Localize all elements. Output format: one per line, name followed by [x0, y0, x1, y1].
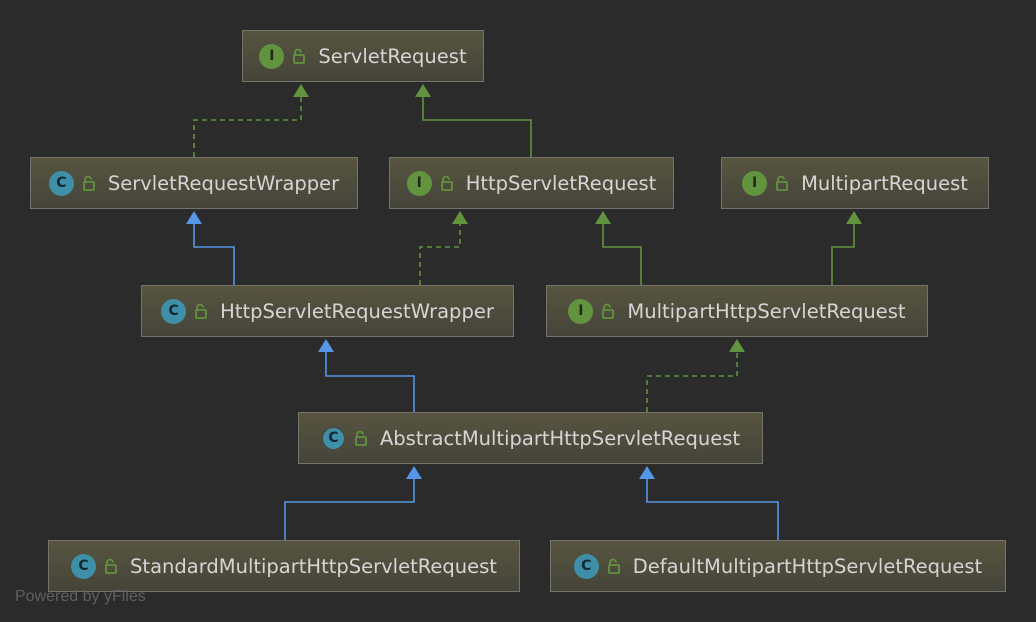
unlocked-icon: [601, 303, 615, 319]
edge-line: [602, 224, 642, 285]
diagram-canvas: I ServletRequest C ServletRequestWrapper…: [0, 0, 1036, 622]
node-label: HttpServletRequest: [465, 171, 657, 195]
edge-line: [831, 224, 855, 285]
arrowhead: [846, 211, 862, 224]
arrowhead: [318, 339, 334, 352]
class-icon: C: [573, 553, 599, 579]
edge-line: [646, 479, 779, 540]
class-icon: C: [161, 298, 187, 324]
edge-line: [284, 479, 415, 540]
arrowhead: [415, 84, 431, 97]
node-label: ServletRequest: [318, 44, 467, 68]
edge-default-multipart-http-servlet-request-to-abstract-multipart-http-servlet-request: [639, 466, 779, 540]
edge-servlet-request-wrapper-to-servlet-request: [193, 84, 309, 157]
node-servlet-request[interactable]: I ServletRequest: [242, 30, 484, 82]
node-default-multipart-http-servlet-request[interactable]: C DefaultMultipartHttpServletRequest: [550, 540, 1006, 592]
edge-standard-multipart-http-servlet-request-to-abstract-multipart-http-servlet-request: [284, 466, 422, 540]
interface-icon: I: [259, 43, 285, 69]
node-label: StandardMultipartHttpServletRequest: [130, 554, 497, 578]
edge-line: [646, 352, 738, 412]
edge-line: [325, 352, 415, 412]
edge-abstract-multipart-http-servlet-request-to-http-servlet-request-wrapper: [318, 339, 415, 412]
node-label: DefaultMultipartHttpServletRequest: [632, 554, 983, 578]
unlocked-icon: [194, 303, 208, 319]
unlocked-icon: [607, 558, 621, 574]
arrowhead: [406, 466, 422, 479]
edge-multipart-http-servlet-request-to-multipart-request: [831, 211, 862, 285]
powered-by-footer: Powered by yFiles: [15, 588, 146, 605]
unlocked-icon: [354, 430, 368, 446]
node-abstract-multipart-http-servlet-request[interactable]: C AbstractMultipartHttpServletRequest: [298, 412, 763, 464]
edge-http-servlet-request-to-servlet-request: [415, 84, 532, 157]
interface-icon: I: [742, 170, 768, 196]
node-label: ServletRequestWrapper: [107, 171, 340, 195]
class-icon: C: [48, 170, 74, 196]
edge-line: [422, 97, 532, 157]
edge-multipart-http-servlet-request-to-http-servlet-request: [595, 211, 642, 285]
node-http-servlet-request[interactable]: I HttpServletRequest: [389, 157, 674, 209]
edge-line: [193, 97, 302, 157]
arrowhead: [293, 84, 309, 97]
node-multipart-request[interactable]: I MultipartRequest: [721, 157, 989, 209]
unlocked-icon: [292, 48, 306, 64]
edge-http-servlet-request-wrapper-to-servlet-request-wrapper: [186, 211, 235, 285]
arrowhead: [729, 339, 745, 352]
arrowhead: [186, 211, 202, 224]
arrowhead: [639, 466, 655, 479]
node-standard-multipart-http-servlet-request[interactable]: C StandardMultipartHttpServletRequest: [48, 540, 520, 592]
abstract-class-icon: C: [320, 425, 346, 451]
node-label: MultipartRequest: [801, 171, 968, 195]
unlocked-icon: [440, 175, 454, 191]
unlocked-icon: [775, 175, 789, 191]
interface-icon: I: [568, 298, 594, 324]
node-http-servlet-request-wrapper[interactable]: C HttpServletRequestWrapper: [141, 285, 514, 337]
unlocked-icon: [82, 175, 96, 191]
node-multipart-http-servlet-request[interactable]: I MultipartHttpServletRequest: [546, 285, 928, 337]
node-servlet-request-wrapper[interactable]: C ServletRequestWrapper: [30, 157, 358, 209]
arrowhead: [595, 211, 611, 224]
edge-line: [419, 224, 461, 285]
node-label: HttpServletRequestWrapper: [220, 299, 494, 323]
node-label: AbstractMultipartHttpServletRequest: [379, 426, 741, 450]
node-label: MultipartHttpServletRequest: [627, 299, 906, 323]
edge-line: [193, 224, 235, 285]
edge-abstract-multipart-http-servlet-request-to-multipart-http-servlet-request: [646, 339, 745, 412]
class-icon: C: [71, 553, 97, 579]
edge-http-servlet-request-wrapper-to-http-servlet-request: [419, 211, 468, 285]
arrowhead: [452, 211, 468, 224]
interface-icon: I: [406, 170, 432, 196]
unlocked-icon: [104, 558, 118, 574]
